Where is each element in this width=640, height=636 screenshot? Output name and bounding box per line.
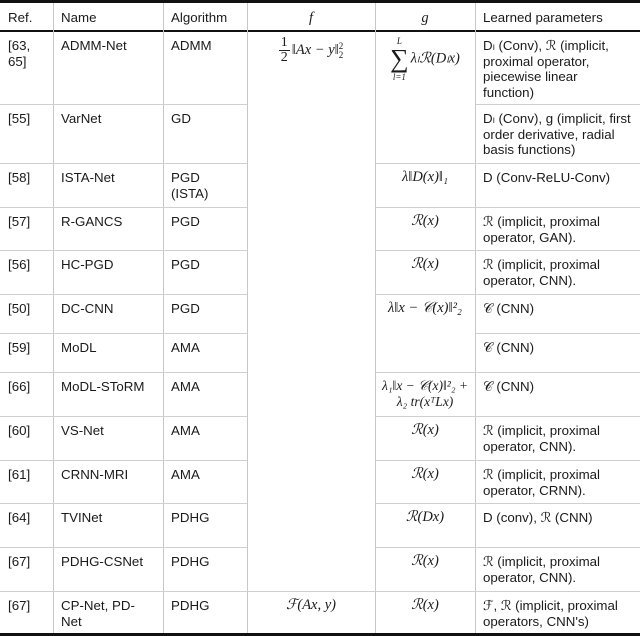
f-fraction: 1 2 (278, 35, 290, 65)
row-ref: [56] (8, 257, 31, 272)
row-algorithm: PGD (171, 301, 200, 316)
row-name: HC-PGD (61, 257, 114, 272)
row-learned: ℛ (implicit, proximal operator, CNN). (483, 554, 600, 585)
row-g: ℛ(Dx) (405, 509, 445, 525)
row-algorithm: GD (171, 111, 191, 126)
header-ref: Ref. (8, 10, 33, 25)
row-ref: [55] (8, 111, 31, 126)
row-algorithm: PDHG (171, 598, 210, 613)
header-f: f (308, 10, 314, 26)
column-divider (247, 3, 248, 633)
row-learned: ℛ (implicit, proximal operator, CRNN). (483, 467, 600, 498)
row-learned: 𝒞 (CNN) (483, 379, 535, 394)
row-g: ℛ(x) (411, 213, 439, 229)
row-algorithm: PGD (171, 257, 200, 272)
row-name: ISTA-Net (61, 170, 115, 185)
row-ref: [60] (8, 423, 31, 438)
row-learned: Dₗ (Conv), g (implicit, first order deri… (483, 111, 631, 157)
row-name: ADMM-Net (61, 38, 127, 53)
row-g: ℛ(x) (411, 256, 439, 272)
row-ref: [50] (8, 301, 31, 316)
row-algorithm: AMA (171, 423, 200, 438)
row-ref: [66] (8, 379, 31, 394)
column-divider (163, 3, 164, 633)
header-g: g (421, 10, 429, 26)
row-learned: 𝒞 (CNN) (483, 340, 535, 355)
row-ref: [61] (8, 467, 31, 482)
row-algorithm: PDHG (171, 554, 210, 569)
row-ref: [67] (8, 598, 31, 613)
row-learned: D (Conv-ReLU-Conv) (483, 170, 611, 185)
row-g: ℛ(x) (411, 553, 439, 569)
row-ref: [67] (8, 554, 31, 569)
row-name: TVINet (61, 510, 103, 525)
row-learned: Dₗ (Conv), ℛ (implicit, proximal operato… (483, 38, 609, 100)
summation-symbol: L ∑ l=1 (390, 36, 409, 82)
f-shared-cell: 1 2 ‖Ax − y‖ 2 2 (278, 35, 344, 65)
row-algorithm: ADMM (171, 38, 212, 53)
row-algorithm: PDHG (171, 510, 210, 525)
row-name: VarNet (61, 111, 102, 126)
row-learned: D (conv), ℛ (CNN) (483, 510, 593, 525)
row-ref: [63, 65] (8, 38, 31, 69)
header-name: Name (61, 10, 97, 25)
row-learned: ℛ (implicit, proximal operator, CNN). (483, 257, 600, 288)
row-algorithm: AMA (171, 340, 200, 355)
row-learned: ℛ (implicit, proximal operator, GAN). (483, 214, 600, 245)
column-divider (53, 3, 54, 633)
row-name: DC-CNN (61, 301, 114, 316)
row-name: MoDL (61, 340, 97, 355)
f-norm-expr: ‖Ax − y‖ (291, 41, 339, 58)
row-g: ℛ(x) (411, 422, 439, 438)
row-ref: [64] (8, 510, 31, 525)
header-algorithm: Algorithm (171, 10, 228, 25)
row-algorithm: AMA (171, 379, 200, 394)
row-name: R-GANCS (61, 214, 123, 229)
row-name: CP-Net, PD-Net (61, 598, 135, 629)
row-algorithm: PGD (171, 214, 200, 229)
row-learned: ℱ, ℛ (implicit, proximal operators, CNN'… (483, 598, 618, 629)
row-algorithm: PGD (ISTA) (171, 170, 209, 201)
row-name: CRNN-MRI (61, 467, 129, 482)
row-name: PDHG-CSNet (61, 554, 144, 569)
row-g: ℛ(x) (411, 597, 439, 613)
row-g: λ₁‖x − 𝒞(x)‖²₂ + λ₂ tr(xᵀLx) (381, 378, 469, 409)
row-g: ℛ(x) (411, 466, 439, 482)
g-sum-expr: λₗℛ(Dₗx) (410, 50, 460, 67)
comparison-table: Ref. Name Algorithm f g Learned paramete… (0, 0, 640, 636)
row-ref: [58] (8, 170, 31, 185)
row-learned: 𝒞 (CNN) (483, 301, 535, 316)
column-divider (375, 3, 376, 633)
g-sum-cell: L ∑ l=1 λₗℛ(Dₗx) (375, 32, 475, 82)
row-learned: ℛ (implicit, proximal operator, CNN). (483, 423, 600, 454)
row-f: ℱ(Ax, y) (285, 597, 337, 613)
row-name: VS-Net (61, 423, 104, 438)
row-algorithm: AMA (171, 467, 200, 482)
row-ref: [57] (8, 214, 31, 229)
row-g: λ‖x − 𝒞(x)‖²₂ (388, 300, 462, 316)
header-learned-parameters: Learned parameters (483, 10, 603, 25)
row-g: λ‖D(x)‖₁ (401, 169, 449, 185)
row-name: MoDL-SToRM (61, 379, 145, 394)
row-ref: [59] (8, 340, 31, 355)
